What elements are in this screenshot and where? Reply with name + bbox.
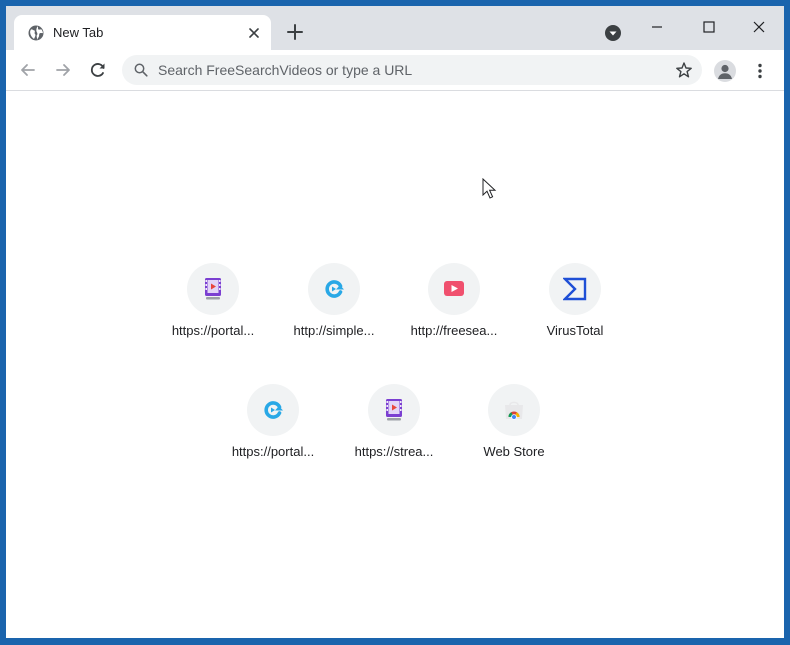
toolbar: Search FreeSearchVideos or type a URL <box>6 50 784 91</box>
shortcut-tile[interactable]: http://freesea... <box>398 247 510 359</box>
kebab-menu-icon[interactable] <box>750 61 770 81</box>
mouse-cursor-icon <box>482 178 497 199</box>
shortcut-tile[interactable]: VirusTotal <box>519 247 631 359</box>
refresh-arrow-icon <box>264 401 283 419</box>
tab-new-tab[interactable]: New Tab <box>14 15 271 50</box>
address-placeholder: Search FreeSearchVideos or type a URL <box>158 62 413 78</box>
tab-search-dropdown-icon[interactable] <box>604 24 622 42</box>
shortcut-label: https://portal... <box>231 444 315 459</box>
back-arrow-icon[interactable] <box>18 60 38 80</box>
bookmark-star-icon[interactable] <box>675 61 693 79</box>
minimize-icon[interactable] <box>646 16 668 38</box>
shortcut-label: https://strea... <box>354 444 434 459</box>
shortcut-label: http://freesea... <box>410 323 498 338</box>
play-button-icon <box>444 281 464 296</box>
window-close-icon[interactable] <box>748 16 770 38</box>
profile-avatar[interactable] <box>714 60 736 82</box>
shortcut-label: VirusTotal <box>546 323 604 338</box>
shortcut-tile[interactable]: https://portal... <box>157 247 269 359</box>
person-icon <box>718 64 732 79</box>
video-film-icon <box>205 278 221 300</box>
browser-window: New Tab Search FreeSearchVideos or type … <box>6 6 784 638</box>
shortcut-tile[interactable]: https://portal... <box>217 368 329 480</box>
shortcut-tile[interactable]: Web Store <box>458 368 570 480</box>
chrome-web-store-icon <box>505 401 523 420</box>
new-tab-plus-icon[interactable] <box>285 22 305 42</box>
search-icon <box>134 63 148 77</box>
virustotal-sigma-icon <box>563 277 587 301</box>
shortcut-label: http://simple... <box>293 323 375 338</box>
forward-arrow-icon[interactable] <box>53 60 73 80</box>
address-bar[interactable]: Search FreeSearchVideos or type a URL <box>122 55 702 85</box>
title-bar: New Tab <box>6 6 784 50</box>
shortcut-tile[interactable]: https://strea... <box>338 368 450 480</box>
refresh-arrow-icon <box>325 280 344 298</box>
reload-icon[interactable] <box>88 60 108 80</box>
shortcut-label: Web Store <box>483 444 545 459</box>
maximize-icon[interactable] <box>698 16 720 38</box>
shortcut-tile[interactable]: http://simple... <box>278 247 390 359</box>
new-tab-page: https://portal... http://simple... http:… <box>6 91 784 638</box>
globe-icon <box>28 25 44 41</box>
shortcut-label: https://portal... <box>171 323 255 338</box>
tab-title: New Tab <box>53 25 104 40</box>
video-film-icon <box>386 399 402 421</box>
close-icon[interactable] <box>247 26 261 40</box>
